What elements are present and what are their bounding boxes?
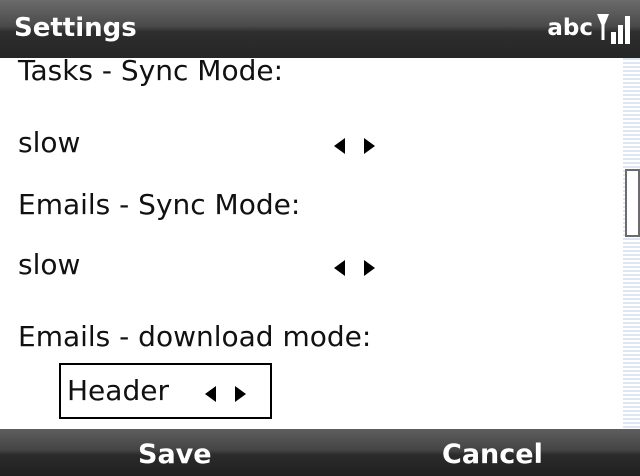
tasks-sync-mode-label: Tasks - Sync Mode: bbox=[18, 58, 284, 87]
scrollbar[interactable] bbox=[623, 58, 640, 429]
title-bar: Settings abc bbox=[0, 0, 640, 58]
emails-sync-mode-spinner[interactable] bbox=[330, 253, 386, 281]
tasks-sync-mode-spinner[interactable] bbox=[330, 131, 386, 159]
emails-sync-mode-label: Emails - Sync Mode: bbox=[18, 188, 301, 221]
arrow-left-icon[interactable] bbox=[334, 260, 345, 276]
emails-sync-mode-value[interactable]: slow bbox=[18, 248, 80, 282]
emails-download-mode-field[interactable]: Header bbox=[59, 363, 272, 419]
emails-download-mode-value: Header bbox=[67, 374, 169, 407]
settings-content: Tasks - Sync Mode: slow Emails - Sync Mo… bbox=[0, 58, 640, 429]
arrow-right-icon[interactable] bbox=[364, 260, 375, 276]
input-mode-indicator: abc bbox=[547, 15, 593, 41]
arrow-right-icon[interactable] bbox=[235, 386, 246, 402]
scrollbar-thumb[interactable] bbox=[625, 169, 640, 237]
page-title: Settings bbox=[14, 13, 137, 43]
arrow-left-icon[interactable] bbox=[334, 138, 345, 154]
arrow-left-icon[interactable] bbox=[205, 386, 216, 402]
softkey-bar: Save Cancel bbox=[0, 429, 640, 476]
save-button[interactable]: Save bbox=[138, 438, 212, 472]
emails-download-mode-label: Emails - download mode: bbox=[18, 320, 372, 353]
tasks-sync-mode-value[interactable]: slow bbox=[18, 126, 80, 160]
signal-strength-icon bbox=[597, 14, 630, 44]
arrow-right-icon[interactable] bbox=[364, 138, 375, 154]
emails-download-mode-spinner[interactable] bbox=[201, 379, 257, 407]
cancel-button[interactable]: Cancel bbox=[442, 438, 543, 472]
